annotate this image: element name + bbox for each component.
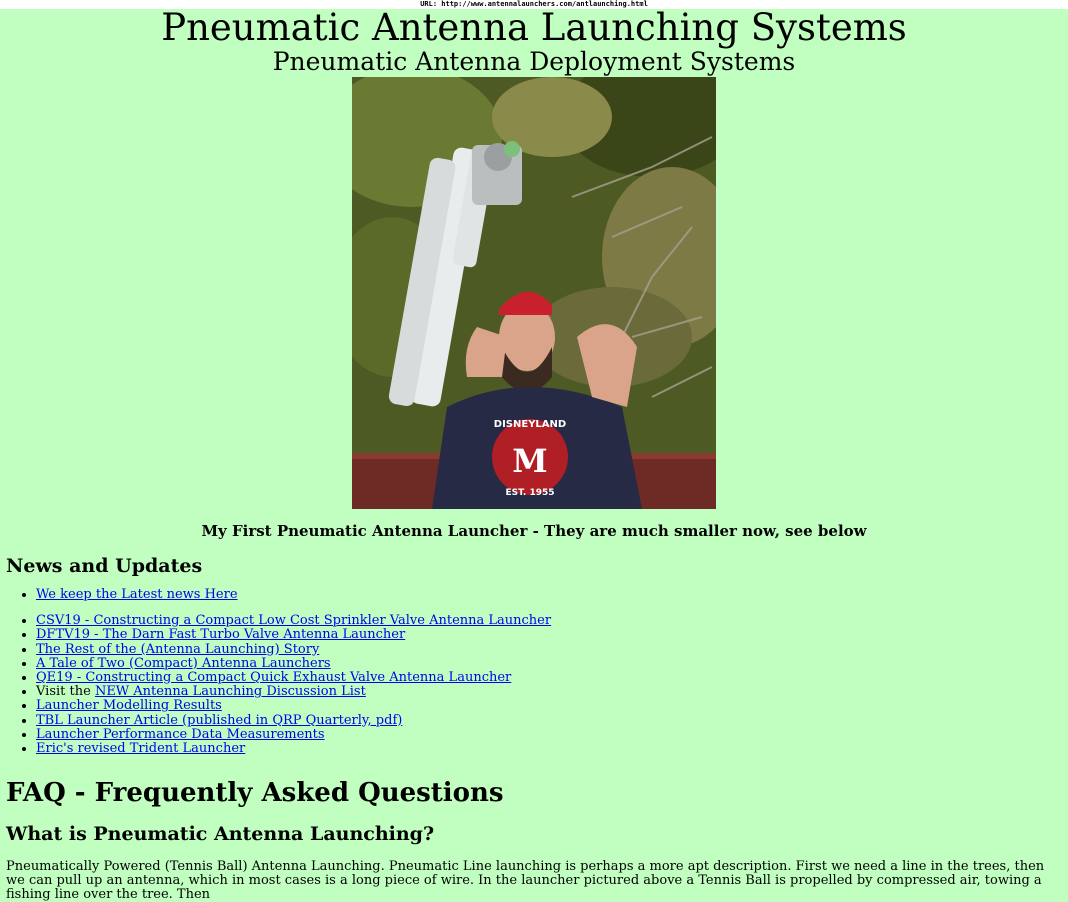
news-heading: News and Updates	[6, 555, 203, 577]
launcher-photo-illustration: DISNEYLAND M EST. 1955	[352, 77, 716, 509]
list-item: The Rest of the (Antenna Launching) Stor…	[36, 642, 1068, 657]
list-item: Launcher Modelling Results	[36, 699, 1068, 713]
rest-of-story-link[interactable]: The Rest of the (Antenna Launching) Stor…	[36, 642, 319, 657]
modelling-results-link[interactable]: Launcher Modelling Results	[36, 698, 222, 713]
news-list: CSV19 - Constructing a Compact Low Cost …	[0, 614, 1068, 756]
list-item: We keep the Latest news Here	[36, 587, 1068, 602]
launcher-photo: DISNEYLAND M EST. 1955	[352, 77, 716, 509]
list-item: QE19 - Constructing a Compact Quick Exha…	[36, 670, 1068, 685]
discussion-list-link[interactable]: NEW Antenna Launching Discussion List	[95, 684, 366, 699]
shirt-text-top: DISNEYLAND	[494, 419, 566, 430]
trident-launcher-link[interactable]: Eric's revised Trident Launcher	[36, 741, 245, 756]
list-item: Eric's revised Trident Launcher	[36, 741, 1068, 756]
dftv19-link[interactable]: DFTV19 - The Darn Fast Turbo Valve Anten…	[36, 627, 405, 642]
list-item: Launcher Performance Data Measurements	[36, 727, 1068, 742]
tbl-article-link[interactable]: TBL Launcher Article (published in QRP Q…	[36, 713, 402, 728]
list-item: DFTV19 - The Darn Fast Turbo Valve Anten…	[36, 628, 1068, 642]
list-item: CSV19 - Constructing a Compact Low Cost …	[36, 614, 1068, 628]
list-item: A Tale of Two (Compact) Antenna Launcher…	[36, 656, 1068, 671]
list-item: Visit the NEW Antenna Launching Discussi…	[36, 685, 1068, 699]
list-item-prefix: Visit the	[36, 684, 95, 700]
page-subtitle: Pneumatic Antenna Deployment Systems	[272, 47, 796, 76]
shirt-text-bottom: EST. 1955	[505, 488, 554, 498]
tale-of-two-link[interactable]: A Tale of Two (Compact) Antenna Launcher…	[36, 656, 331, 671]
list-item: TBL Launcher Article (published in QRP Q…	[36, 713, 1068, 728]
qe19-link[interactable]: QE19 - Constructing a Compact Quick Exha…	[36, 670, 511, 685]
news-list-latest: We keep the Latest news Here	[0, 587, 1068, 602]
performance-data-link[interactable]: Launcher Performance Data Measurements	[36, 727, 325, 742]
csv19-link[interactable]: CSV19 - Constructing a Compact Low Cost …	[36, 613, 551, 628]
faq-answer: Pneumatically Powered (Tennis Ball) Ante…	[6, 859, 1045, 902]
faq-question-heading: What is Pneumatic Antenna Launching?	[6, 823, 435, 846]
photo-caption: My First Pneumatic Antenna Launcher - Th…	[201, 522, 867, 540]
photo-container: DISNEYLAND M EST. 1955	[0, 77, 1068, 509]
faq-heading: FAQ - Frequently Asked Questions	[6, 778, 504, 809]
page-title: Pneumatic Antenna Launching Systems	[161, 6, 907, 49]
shirt-monogram: M	[512, 442, 547, 480]
latest-news-link[interactable]: We keep the Latest news Here	[36, 587, 238, 602]
